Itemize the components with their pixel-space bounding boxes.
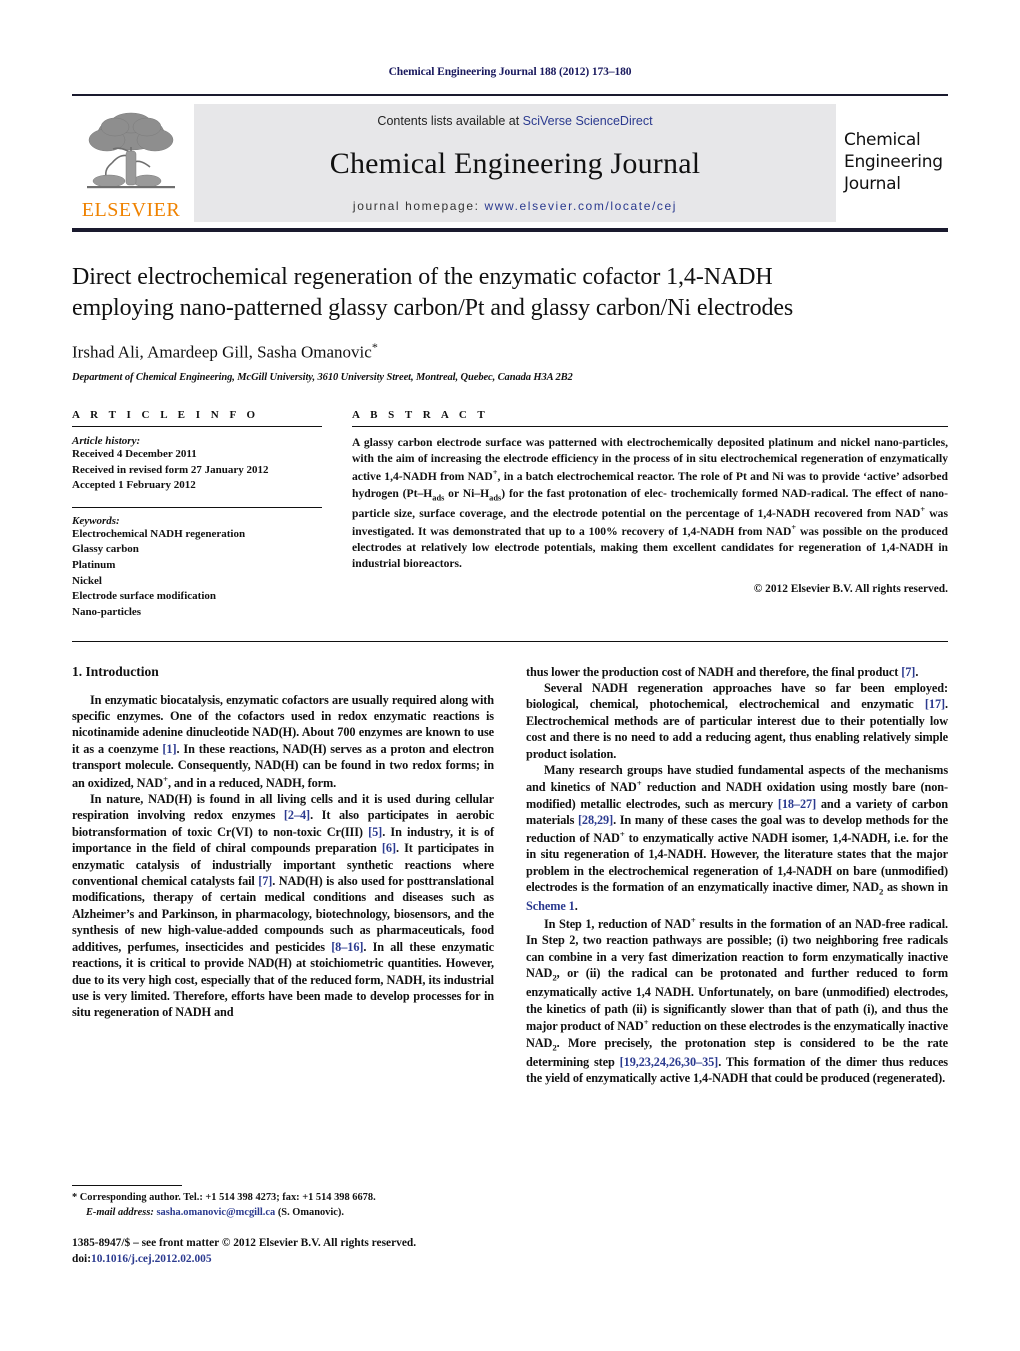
body-top-rule bbox=[72, 640, 948, 642]
abstract-heading: A B S T R A C T bbox=[352, 409, 489, 422]
running-head: Chemical Engineering Journal 188 (2012) … bbox=[388, 66, 632, 78]
cover-line-3: Journal bbox=[844, 173, 901, 194]
paragraph: Several NADH regeneration approaches hav… bbox=[526, 680, 948, 761]
email-owner: (S. Omanovic). bbox=[277, 1206, 344, 1218]
section-heading-introduction: 1. Introduction bbox=[72, 663, 159, 679]
email-link[interactable]: sasha.omanovic@mcgill.ca bbox=[156, 1207, 275, 1218]
paragraph: thus lower the production cost of NADH a… bbox=[526, 664, 919, 679]
citation-ref[interactable]: [6] bbox=[382, 841, 396, 855]
paragraph: Many research groups have studied fundam… bbox=[526, 762, 949, 914]
masthead-center-band: Contents lists available at SciVerse Sci… bbox=[194, 104, 836, 222]
citation-ref[interactable]: [19,23,24,26,30–35] bbox=[620, 1055, 719, 1069]
issn-copyright-block: 1385-8947/$ – see front matter © 2012 El… bbox=[72, 1236, 472, 1267]
body-column-left: 1. Introduction In enzymatic biocatalysi… bbox=[72, 664, 494, 1087]
abstract-text: A glassy carbon electrode surface was pa… bbox=[352, 436, 948, 570]
title-block: Direct electrochemical regeneration of t… bbox=[72, 262, 948, 383]
author-list: Irshad Ali, Amardeep Gill, Sasha Omanovi… bbox=[72, 340, 948, 363]
paragraph: In Step 1, reduction of NAD+ results in … bbox=[526, 914, 948, 1086]
keyword-item: Nickel bbox=[72, 574, 102, 587]
scheme-link[interactable]: Scheme 1 bbox=[526, 899, 575, 913]
citation-ref[interactable]: [28,29] bbox=[578, 813, 613, 827]
sciencedirect-link[interactable]: SciVerse ScienceDirect bbox=[523, 114, 653, 128]
citation-ref[interactable]: [18–27] bbox=[778, 797, 816, 811]
keyword-item: Platinum bbox=[72, 559, 116, 572]
corresponding-author-marker: * bbox=[371, 340, 378, 355]
keyword-item: Electrode surface modification bbox=[72, 590, 216, 603]
journal-homepage-link[interactable]: www.elsevier.com/locate/cej bbox=[484, 199, 677, 213]
masthead: ELSEVIER Contents lists available at Sci… bbox=[72, 94, 948, 222]
keyword-item: Electrochemical NADH regeneration bbox=[72, 527, 246, 540]
author-names: Irshad Ali, Amardeep Gill, Sasha Omanovi… bbox=[72, 343, 372, 363]
email-note: E-mail address: sasha.omanovic@mcgill.ca… bbox=[72, 1206, 472, 1221]
article-history-item: Received 4 December 2011 bbox=[72, 448, 197, 461]
issn-line: 1385-8947/$ – see front matter © 2012 El… bbox=[72, 1237, 417, 1250]
footnote-rule bbox=[72, 1185, 182, 1186]
homepage-prefix: journal homepage: bbox=[352, 199, 485, 213]
body-column-right: thus lower the production cost of NADH a… bbox=[526, 664, 948, 1087]
journal-cover-thumbnail: Chemical Engineering Journal bbox=[836, 104, 948, 222]
citation-ref[interactable]: [2–4] bbox=[284, 808, 310, 822]
affiliation: Department of Chemical Engineering, McGi… bbox=[72, 372, 573, 384]
elsevier-logo: ELSEVIER bbox=[72, 104, 190, 222]
citation-ref[interactable]: [17] bbox=[925, 697, 945, 711]
keyword-item: Glassy carbon bbox=[72, 543, 139, 556]
copyright-notice: © 2012 Elsevier B.V. All rights reserved… bbox=[753, 583, 948, 596]
contents-prefix: Contents lists available at bbox=[377, 114, 523, 128]
article-info-column: A R T I C L E I N F O Article history: R… bbox=[72, 409, 322, 620]
divider bbox=[72, 426, 322, 428]
cover-line-1: Chemical bbox=[844, 130, 921, 151]
page-title: Direct electrochemical regeneration of t… bbox=[72, 262, 948, 324]
elsevier-wordmark: ELSEVIER bbox=[81, 199, 181, 221]
corresponding-author-note: * Corresponding author. Tel.: +1 514 398… bbox=[72, 1192, 376, 1203]
paragraph: In enzymatic biocatalysis, enzymatic cof… bbox=[72, 692, 494, 790]
article-info-heading: A R T I C L E I N F O bbox=[72, 409, 260, 422]
journal-homepage-line: journal homepage: www.elsevier.com/locat… bbox=[353, 199, 677, 213]
journal-article-page: Chemical Engineering Journal 188 (2012) … bbox=[0, 0, 1020, 1351]
citation-ref[interactable]: [7] bbox=[258, 874, 272, 888]
cover-line-2: Engineering bbox=[844, 152, 943, 173]
masthead-bottom-rule bbox=[72, 228, 948, 232]
contents-available-line: Contents lists available at SciVerse Sci… bbox=[377, 114, 652, 128]
info-abstract-row: A R T I C L E I N F O Article history: R… bbox=[72, 409, 948, 620]
citation-ref[interactable]: [1] bbox=[162, 742, 176, 756]
elsevier-tree-icon bbox=[87, 112, 175, 189]
keywords-label: Keywords: bbox=[72, 514, 120, 527]
body-columns: 1. Introduction In enzymatic biocatalysi… bbox=[72, 664, 948, 1087]
doi-prefix: doi: bbox=[72, 1252, 91, 1265]
journal-title: Chemical Engineering Journal bbox=[329, 147, 701, 180]
abstract-column: A B S T R A C T A glassy carbon electrod… bbox=[352, 409, 948, 620]
title-line-1: Direct electrochemical regeneration of t… bbox=[72, 264, 773, 290]
article-history-item: Accepted 1 February 2012 bbox=[72, 479, 196, 492]
citation-ref[interactable]: [5] bbox=[368, 825, 382, 839]
divider bbox=[72, 506, 322, 508]
citation-ref[interactable]: [7] bbox=[901, 665, 915, 679]
article-history-label: Article history: bbox=[72, 435, 141, 448]
doi-link[interactable]: 10.1016/j.cej.2012.02.005 bbox=[91, 1253, 212, 1265]
divider bbox=[352, 426, 948, 428]
footnote-block: * Corresponding author. Tel.: +1 514 398… bbox=[72, 1185, 472, 1267]
doi-line: doi:10.1016/j.cej.2012.02.005 bbox=[72, 1252, 472, 1267]
citation-ref[interactable]: [8–16] bbox=[331, 940, 363, 954]
email-label: E-mail address: bbox=[86, 1206, 154, 1218]
article-history-item: Received in revised form 27 January 2012 bbox=[72, 463, 269, 476]
keyword-item: Nano-particles bbox=[72, 605, 142, 618]
paragraph: In nature, NAD(H) is found in all living… bbox=[72, 792, 495, 1020]
title-line-2: employing nano-patterned glassy carbon/P… bbox=[72, 295, 794, 322]
